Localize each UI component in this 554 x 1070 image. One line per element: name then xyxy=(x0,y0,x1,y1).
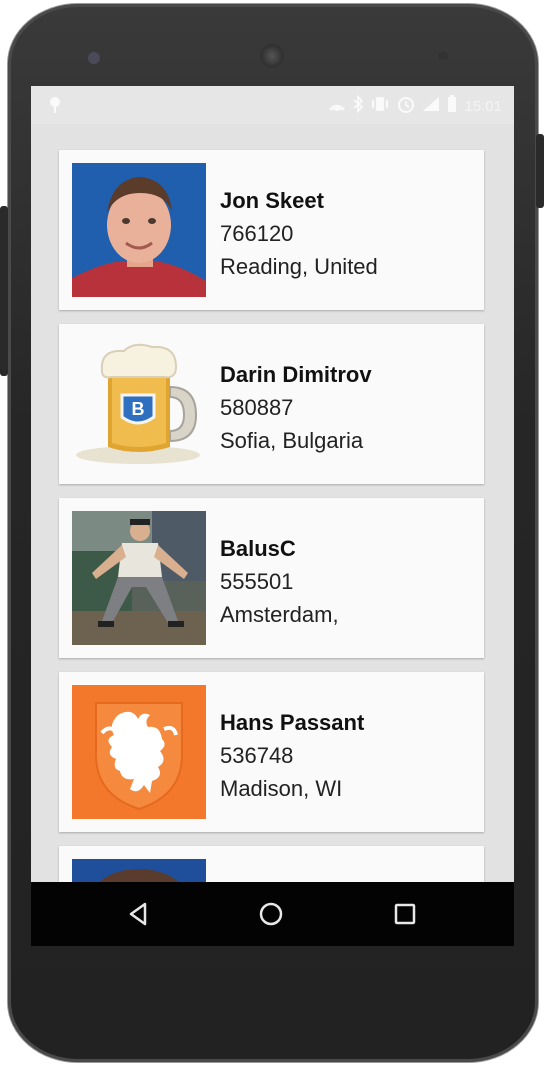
user-avatar xyxy=(72,163,206,297)
user-location: Reading, United xyxy=(220,254,378,279)
user-location: Madison, WI xyxy=(220,776,343,801)
user-location: Sofia, Bulgaria xyxy=(220,428,364,453)
user-card[interactable]: Hans Passant 536748 Madison, WI xyxy=(59,672,484,832)
alarm-icon xyxy=(397,95,415,117)
signal-icon xyxy=(422,96,440,116)
svg-text:B: B xyxy=(132,399,145,419)
user-name: Hans Passant xyxy=(220,710,365,735)
bluetooth-icon xyxy=(353,94,364,117)
user-name: Darin Dimitrov xyxy=(220,362,372,387)
volume-button xyxy=(536,134,544,208)
user-card[interactable]: BalusC 555501 Amsterdam, xyxy=(59,498,484,658)
user-card[interactable]: B Darin Dimitrov 580887 Sofia, Bulgaria xyxy=(59,324,484,484)
location-pin-icon xyxy=(49,96,61,119)
status-time: 15:01 xyxy=(464,97,502,115)
back-icon[interactable] xyxy=(123,898,155,930)
nfc-icon xyxy=(328,96,346,116)
front-camera xyxy=(88,52,100,64)
battery-icon xyxy=(447,95,457,117)
navigation-bar xyxy=(31,882,514,946)
power-button xyxy=(0,206,8,376)
user-reputation: 580887 xyxy=(220,395,294,420)
earpiece-speaker xyxy=(260,44,284,68)
home-icon[interactable] xyxy=(255,898,287,930)
user-card[interactable]: Jon Skeet 766120 Reading, United xyxy=(59,150,484,310)
beer-mug-icon: B xyxy=(72,337,206,471)
user-name: Jon Skeet xyxy=(220,188,324,213)
user-list[interactable]: Jon Skeet 766120 Reading, United B Darin… xyxy=(59,150,486,946)
user-reputation: 766120 xyxy=(220,221,294,246)
status-bar: 15:01 xyxy=(31,86,514,124)
sensor xyxy=(438,52,448,60)
lion-emblem-icon xyxy=(72,685,206,819)
phone-screen: 15:01 Jon Skeet 766120 Reading, United B… xyxy=(31,86,514,946)
user-reputation: 536748 xyxy=(220,743,294,768)
recents-icon[interactable] xyxy=(389,898,421,930)
user-avatar xyxy=(72,511,206,645)
user-name: BalusC xyxy=(220,536,296,561)
user-reputation: 555501 xyxy=(220,569,294,594)
vibrate-icon xyxy=(370,96,390,116)
user-location: Amsterdam, xyxy=(220,602,339,627)
